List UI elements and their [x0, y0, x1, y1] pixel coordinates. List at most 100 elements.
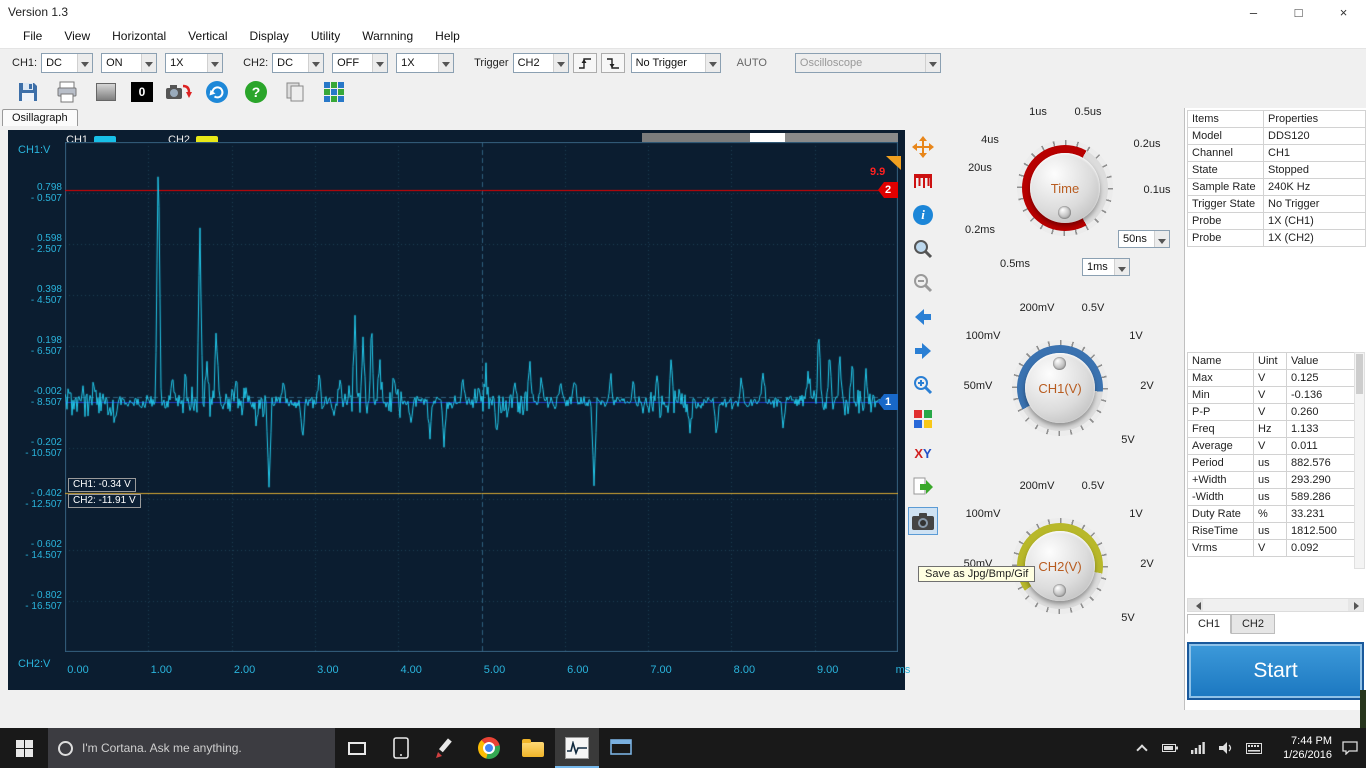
save-image-button[interactable]	[908, 507, 938, 535]
tab-osillagraph[interactable]: Osillagraph	[2, 109, 78, 126]
measurement-channel-tabs: CH1 CH2	[1187, 614, 1275, 634]
zoom-in-button[interactable]	[908, 371, 938, 399]
x-axis-label: 3.00	[313, 664, 343, 676]
properties-header-row: Items Properties	[1188, 111, 1366, 128]
palette-button[interactable]	[908, 405, 938, 433]
print-button[interactable]	[53, 79, 81, 105]
ch1-coupling-select[interactable]: DC	[41, 53, 93, 73]
tablet-icon	[393, 737, 409, 759]
record-button[interactable]	[164, 79, 192, 105]
help-icon: ?	[244, 80, 268, 104]
x-axis-label: 9.00	[813, 664, 843, 676]
ch1-state-select[interactable]: ON	[101, 53, 157, 73]
time-knob-group: 1us 0.5us 4us 0.2us 20us 0.1us 0.2ms 0.5…	[958, 100, 1182, 286]
titlebar: Version 1.3 – □ ×	[0, 0, 1366, 24]
pan-tool-button[interactable]	[908, 133, 938, 161]
start-menu-button[interactable]	[0, 728, 48, 768]
hidden-icons-button[interactable]	[1130, 728, 1154, 768]
next-button[interactable]	[908, 337, 938, 365]
ch2-coupling-select[interactable]: DC	[272, 53, 324, 73]
ruler-tool-button[interactable]	[908, 167, 938, 195]
ch2-state-select[interactable]: OFF	[332, 53, 388, 73]
zoom-window-button[interactable]	[908, 235, 938, 263]
menu-horizontal[interactable]: Horizontal	[101, 26, 177, 46]
info-button[interactable]: i	[908, 201, 938, 229]
minimize-button[interactable]: –	[1231, 0, 1276, 24]
menu-help[interactable]: Help	[424, 26, 471, 46]
display-mode-button[interactable]	[92, 79, 120, 105]
trigger-label: Trigger	[474, 57, 508, 69]
export-button[interactable]	[908, 473, 938, 501]
app-window-icon	[610, 739, 632, 757]
measurements-table: Name Uint Value MaxV0.125MinV-0.136P-PV0…	[1187, 352, 1355, 557]
trigger-source-select[interactable]: CH2	[513, 53, 569, 73]
tab-ch2[interactable]: CH2	[1231, 614, 1275, 634]
save-button[interactable]	[14, 79, 42, 105]
measurements-vertical-scrollbar[interactable]	[1354, 352, 1365, 569]
waveform-canvas[interactable]	[65, 142, 898, 652]
prev-button[interactable]	[908, 303, 938, 331]
xy-mode-button[interactable]: XY	[908, 439, 938, 467]
scroll-left-button[interactable]	[1188, 599, 1203, 611]
ch1-probe-select[interactable]: 1X	[165, 53, 223, 73]
falling-edge-button[interactable]	[601, 53, 625, 73]
measurements-horizontal-scrollbar[interactable]	[1187, 598, 1364, 612]
menu-warnning[interactable]: Warnning	[351, 26, 424, 46]
cortana-search[interactable]: I'm Cortana. Ask me anything.	[48, 728, 335, 768]
network-tray-button[interactable]	[1186, 728, 1210, 768]
y-axis-label-pair: - 0.802- 16.507	[10, 590, 62, 612]
cortana-icon	[58, 741, 73, 756]
measurement-row: VrmsV0.092	[1188, 540, 1355, 557]
ch1-tick-label: 1V	[1120, 330, 1152, 342]
time-knob[interactable]: Time	[1017, 140, 1113, 236]
ch2-tick-label: 200mV	[1010, 480, 1064, 492]
taskbar-app-explorer[interactable]	[511, 728, 555, 768]
taskbar-app-chrome[interactable]	[467, 728, 511, 768]
zoom-out-button[interactable]	[908, 269, 938, 297]
menu-display[interactable]: Display	[239, 26, 300, 46]
action-center-button[interactable]	[1338, 728, 1362, 768]
close-button[interactable]: ×	[1321, 0, 1366, 24]
start-button[interactable]: Start	[1187, 642, 1364, 700]
chevron-down-icon	[77, 54, 92, 72]
taskbar-app-stylus[interactable]	[423, 728, 467, 768]
maximize-button[interactable]: □	[1276, 0, 1321, 24]
ch2-tick-label: 100mV	[958, 508, 1008, 520]
battery-tray-button[interactable]	[1158, 728, 1182, 768]
ch1-tick-label: 100mV	[958, 330, 1008, 342]
taskbar-clock[interactable]: 7:44 PM 1/26/2016	[1270, 734, 1334, 762]
menu-vertical[interactable]: Vertical	[177, 26, 238, 46]
taskbar-app-tablet[interactable]	[379, 728, 423, 768]
scrollbar-thumb[interactable]	[1356, 354, 1363, 394]
rising-edge-button[interactable]	[573, 53, 597, 73]
desktop-sliver	[1360, 690, 1366, 728]
tab-ch1[interactable]: CH1	[1187, 614, 1231, 634]
copy-button[interactable]	[281, 79, 309, 105]
menu-utility[interactable]: Utility	[300, 26, 351, 46]
task-view-button[interactable]	[335, 728, 379, 768]
timebase-select[interactable]: 1ms	[1082, 258, 1130, 276]
keyboard-tray-button[interactable]	[1242, 728, 1266, 768]
measurement-row: -Widthus589.286	[1188, 489, 1355, 506]
time-fine-select[interactable]: 50ns	[1118, 230, 1170, 248]
taskbar-app-oscilloscope[interactable]	[555, 728, 599, 768]
trigger-position-marker[interactable]	[886, 156, 901, 170]
auto-label: AUTO	[737, 57, 767, 69]
scroll-right-button[interactable]	[1348, 599, 1363, 611]
menu-file[interactable]: File	[12, 26, 53, 46]
ch2-probe-select[interactable]: 1X	[396, 53, 454, 73]
ch1-volts-knob[interactable]: CH1(V)	[1012, 340, 1108, 436]
volume-tray-button[interactable]	[1214, 728, 1238, 768]
network-icon	[1191, 742, 1205, 754]
grid-button[interactable]	[320, 79, 348, 105]
menu-view[interactable]: View	[53, 26, 101, 46]
help-button[interactable]: ?	[242, 79, 270, 105]
property-row: Sample Rate240K Hz	[1188, 179, 1366, 196]
action-center-icon	[1342, 741, 1358, 755]
refresh-button[interactable]	[203, 79, 231, 105]
measurement-row: +Widthus293.290	[1188, 472, 1355, 489]
snapshot-counter: 0	[131, 82, 153, 102]
trigger-mode-select[interactable]: No Trigger	[631, 53, 721, 73]
property-row: StateStopped	[1188, 162, 1366, 179]
taskbar-app-window[interactable]	[599, 728, 643, 768]
